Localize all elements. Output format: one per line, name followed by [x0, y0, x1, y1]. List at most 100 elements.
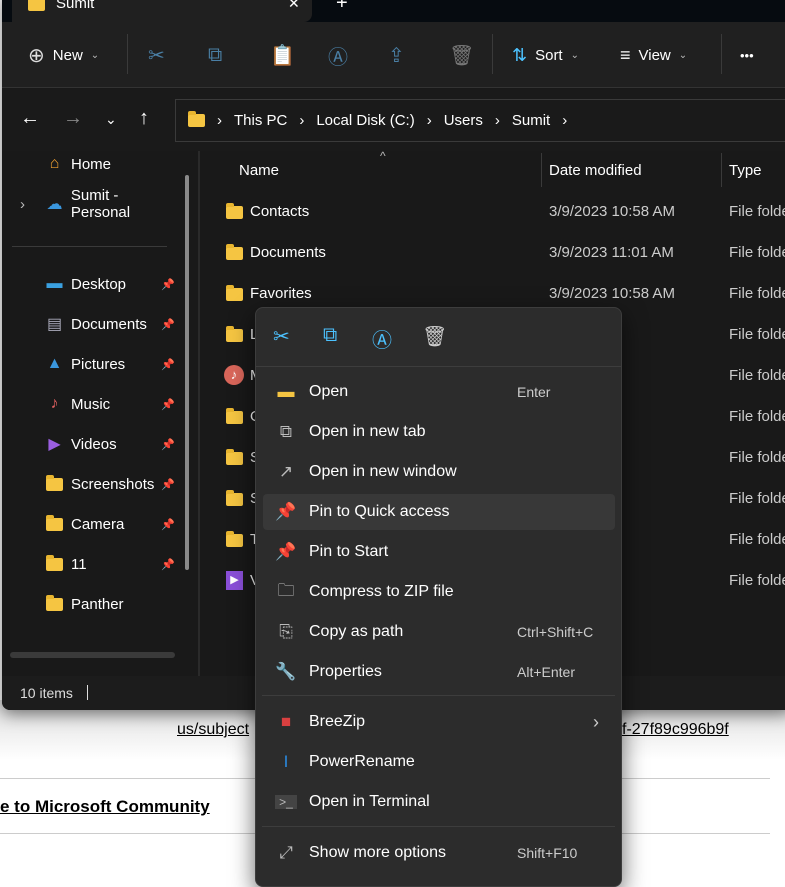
recent-chevron-icon[interactable]: ⌄ — [105, 111, 117, 128]
new-button[interactable]: ⊕ New ⌄ — [28, 22, 99, 88]
link-left[interactable]: us/subject — [177, 721, 249, 739]
menu-item-breezip[interactable]: ■ BreeZip › — [263, 704, 615, 740]
file-name: Contacts — [250, 203, 310, 220]
sidebar-item-label: Screenshots — [71, 475, 155, 493]
pin-icon: 📌 — [275, 502, 297, 521]
menu-item-pin-to-quick-access[interactable]: 📌 Pin to Quick access — [263, 494, 615, 530]
forward-icon[interactable]: → — [63, 107, 83, 130]
sidebar-item-desktop[interactable]: ▬ Desktop 📌 — [46, 269, 181, 299]
sort-button[interactable]: ⇅ Sort ⌄ — [512, 22, 579, 88]
menu-item-label: Show more options — [309, 844, 446, 861]
back-icon[interactable]: ← — [20, 107, 40, 130]
sidebar-item-label: Pictures — [71, 355, 126, 373]
address-bar[interactable]: › This PC › Local Disk (C:) › Users › Sumit… — [175, 99, 785, 142]
rename-icon[interactable]: Ⓐ — [328, 22, 348, 88]
menu-item-open[interactable]: ▬ Open Enter — [263, 374, 615, 410]
pin-icon: 📌 — [275, 542, 297, 561]
sidebar-item-videos[interactable]: ▶ Videos 📌 — [46, 429, 181, 459]
chevron-icon: › — [494, 112, 500, 129]
menu-item-pin-to-start[interactable]: 📌 Pin to Start — [263, 534, 615, 570]
view-label: View — [638, 46, 671, 64]
sidebar-item-11[interactable]: 11 📌 — [46, 549, 181, 579]
separator — [127, 34, 128, 74]
close-tab-button[interactable]: ✕ — [288, 0, 300, 12]
copy-path-icon: ⎘ — [279, 622, 293, 641]
sidebar-item-documents[interactable]: ▤ Documents 📌 — [46, 309, 181, 339]
cut-icon[interactable]: ✂ — [273, 324, 290, 349]
menu-item-compress-to-zip-file[interactable]: 🗀 Compress to ZIP file — [263, 574, 615, 610]
chevron-icon: › — [426, 112, 432, 129]
file-type: File folde — [729, 203, 785, 220]
view-button[interactable]: ≡ View ⌄ — [620, 22, 687, 88]
menu-item-open-in-new-tab[interactable]: ⧉ Open in new tab — [263, 414, 615, 450]
delete-icon[interactable]: 🗑 — [449, 22, 474, 88]
sort-icon: ⇅ — [512, 44, 528, 65]
breadcrumb-local-disk[interactable]: Local Disk (C:) — [316, 112, 414, 129]
file-row[interactable]: Documents 3/9/2023 11:01 AM File folde — [224, 235, 785, 271]
file-date: 3/9/2023 11:01 AM — [549, 244, 674, 261]
breadcrumb-users[interactable]: Users — [444, 112, 483, 129]
open-folder-icon: ▬ — [277, 382, 295, 401]
delete-icon[interactable]: 🗑 — [422, 324, 447, 349]
sidebar-item-pictures[interactable]: ▲ Pictures 📌 — [46, 349, 181, 379]
file-date: 3/9/2023 10:58 AM — [549, 285, 675, 302]
cut-icon[interactable]: ✂ — [148, 22, 165, 88]
expand-chevron-icon[interactable]: › — [20, 196, 25, 213]
pictures-icon: ▲ — [46, 355, 63, 372]
menu-separator — [262, 826, 615, 827]
paste-icon[interactable]: 📋 — [270, 22, 295, 88]
sidebar-item-camera[interactable]: Camera 📌 — [46, 509, 181, 539]
chevron-icon: › — [562, 112, 568, 129]
file-type: File folde — [729, 408, 785, 425]
tab-sumit[interactable]: Sumit ✕ — [12, 0, 312, 22]
sidebar-item-screenshots[interactable]: Screenshots 📌 — [46, 469, 181, 499]
sidebar-item-music[interactable]: ♪ Music 📌 — [46, 389, 181, 419]
link-right[interactable]: f-27f89c996b9f — [622, 721, 729, 739]
command-bar: ⊕ New ⌄ ✂ ⧉ 📋 Ⓐ ⇪ 🗑 ⇅ Sort ⌄ ≡ View ⌄ ••… — [2, 22, 785, 88]
column-header-name[interactable]: Name — [239, 162, 279, 179]
sort-label: Sort — [535, 46, 563, 64]
new-tab-button[interactable]: + — [336, 0, 348, 15]
sidebar-item-label: Panther — [71, 595, 124, 613]
menu-item-label: Open — [309, 383, 349, 400]
menu-item-label: PowerRename — [309, 753, 415, 770]
submenu-chevron-icon: › — [593, 711, 599, 732]
zip-icon: 🗀 — [277, 580, 295, 600]
menu-item-open-in-terminal[interactable]: >_ Open in Terminal — [263, 784, 615, 820]
menu-item-shortcut: Shift+F10 — [517, 845, 578, 861]
menu-item-open-in-new-window[interactable]: ↗ Open in new window — [263, 454, 615, 490]
rename-icon[interactable]: Ⓐ — [372, 324, 392, 353]
column-header-date[interactable]: Date modified — [549, 162, 642, 179]
status-divider — [87, 685, 88, 700]
view-icon: ≡ — [620, 44, 631, 65]
breadcrumb-this-pc[interactable]: This PC — [234, 112, 287, 129]
menu-item-shortcut: Ctrl+Shift+C — [517, 624, 594, 640]
folder-icon — [226, 490, 243, 506]
music-icon: ♪ — [50, 395, 59, 412]
menu-item-powerrename[interactable]: I PowerRename — [263, 744, 615, 780]
copy-icon[interactable]: ⧉ — [208, 22, 222, 88]
separator — [492, 34, 493, 74]
sidebar-scrollbar[interactable] — [185, 175, 189, 570]
sidebar-item-label: Home — [71, 155, 112, 173]
folder-icon — [46, 474, 63, 491]
sidebar-item-sumit-personal[interactable]: › ☁ Sumit - Personal — [20, 187, 181, 221]
share-icon[interactable]: ⇪ — [388, 22, 405, 88]
new-window-icon: ↗ — [278, 462, 294, 481]
file-row[interactable]: Contacts 3/9/2023 10:58 AM File folde — [224, 194, 785, 230]
sidebar-item-home[interactable]: ⌂ Home — [46, 149, 181, 179]
sidebar-item-label: Sumit - Personal — [70, 187, 131, 221]
more-button[interactable]: ••• — [740, 22, 754, 88]
sort-ascending-icon: ^ — [380, 149, 386, 163]
community-link[interactable]: e to Microsoft Community — [0, 797, 210, 817]
menu-item-label: Open in new window — [309, 463, 457, 480]
menu-item-properties[interactable]: 🔧 Properties Alt+Enter — [263, 654, 615, 690]
horizontal-scrollbar[interactable] — [10, 652, 175, 658]
sidebar-item-panther[interactable]: Panther — [46, 589, 181, 619]
column-header-type[interactable]: Type — [729, 162, 762, 179]
menu-item-copy-as-path[interactable]: ⎘ Copy as path Ctrl+Shift+C — [263, 614, 615, 650]
copy-icon[interactable]: ⧉ — [323, 324, 337, 347]
breadcrumb-sumit[interactable]: Sumit — [512, 112, 550, 129]
menu-item-show-more-options[interactable]: ⤢ Show more options Shift+F10 — [263, 835, 615, 871]
up-icon[interactable]: ↑ — [139, 107, 149, 130]
